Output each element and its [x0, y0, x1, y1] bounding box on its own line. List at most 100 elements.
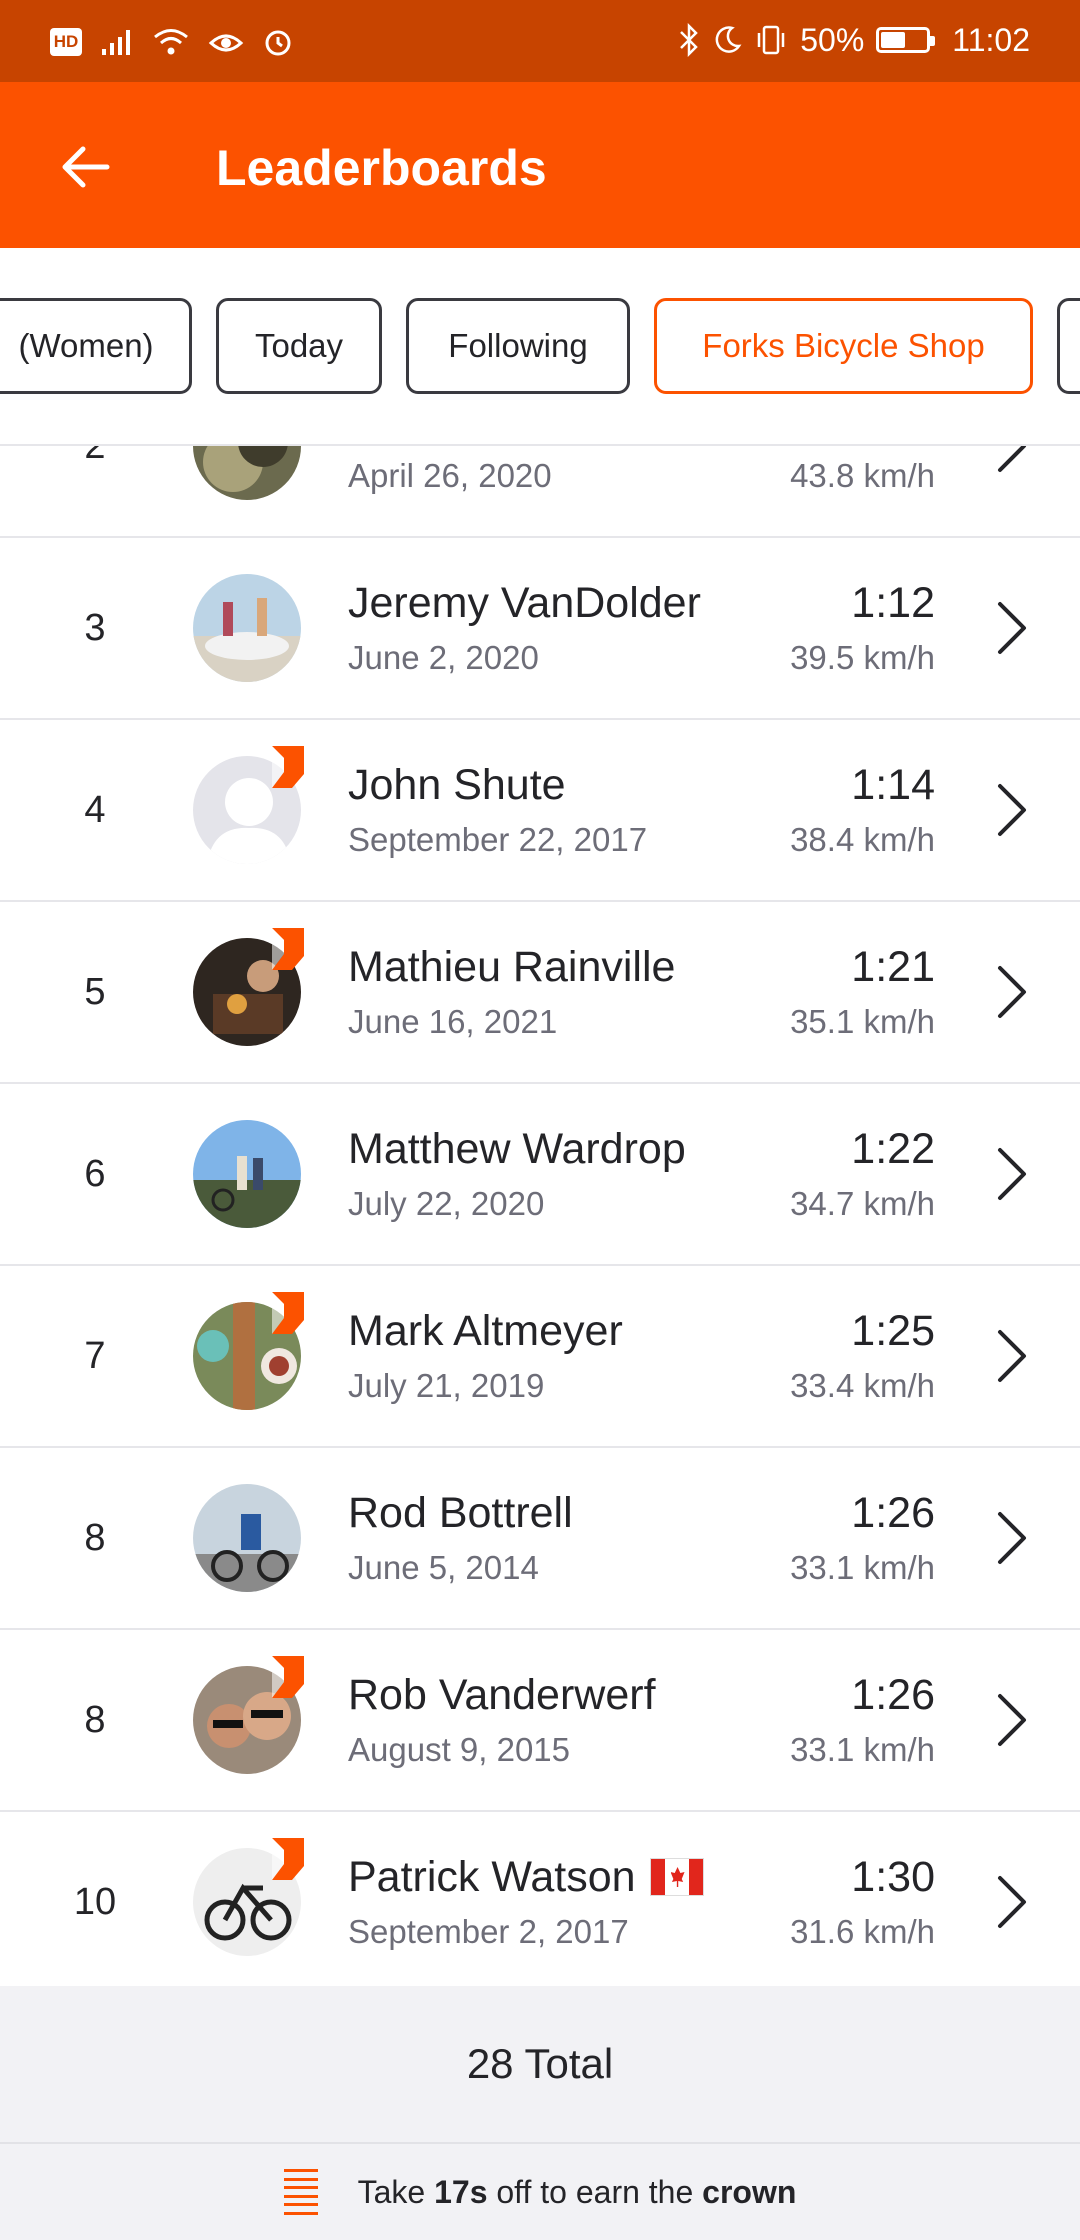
leaderboard-row[interactable]: 8 Rob Vanderwerf August 9, 2015 1:26 33.… — [0, 1630, 1080, 1812]
subscriber-badge-icon — [272, 1292, 304, 1334]
effort-date: September 22, 2017 — [348, 821, 648, 858]
rank-number: 4 — [84, 788, 106, 831]
athlete-name: Rod Bottrell — [348, 1489, 573, 1537]
page-title: Leaderboards — [216, 140, 547, 196]
promo-goal: crown — [702, 2173, 797, 2210]
effort-date: July 21, 2019 — [348, 1367, 545, 1404]
rank-number: 2 — [84, 444, 106, 467]
rank-number: 8 — [84, 1516, 106, 1559]
promo-text: Take 17s off to earn the crown — [357, 2173, 797, 2210]
effort-speed: 33.1 km/h — [790, 1731, 935, 1768]
rank-number: 7 — [84, 1334, 106, 1377]
leaderboard-row[interactable]: 2 April 26, 2020 43.8 km/h — [0, 444, 1080, 538]
effort-time: 1:14 — [851, 761, 935, 809]
athlete-name: Mark Altmeyer — [348, 1307, 623, 1355]
vibrate-icon — [758, 25, 785, 55]
wifi-icon — [154, 29, 188, 55]
chevron-right-icon — [998, 446, 1026, 472]
battery-percent: 50% — [800, 21, 865, 58]
effort-speed: 43.8 km/h — [790, 457, 935, 494]
status-right-icons: 50% 11:02 — [678, 18, 1030, 62]
athlete-name: Patrick Watson — [348, 1853, 636, 1901]
effort-date: June 16, 2021 — [348, 1003, 558, 1040]
effort-date: August 9, 2015 — [348, 1731, 571, 1768]
effort-speed: 31.6 km/h — [790, 1913, 935, 1950]
filter-chip-bar[interactable]: (Women) Today Following Forks Bicycle Sh… — [0, 248, 1080, 444]
subscriber-badge-icon — [272, 1838, 304, 1880]
subscriber-badge-icon — [272, 746, 304, 788]
chevron-right-icon — [998, 1512, 1026, 1564]
effort-time: 1:30 — [851, 1853, 935, 1901]
athlete-avatar — [193, 1120, 301, 1228]
canada-flag-icon — [649, 1858, 704, 1896]
promo-amount: 17s — [434, 2173, 488, 2210]
moon-icon — [715, 26, 742, 53]
chevron-right-icon — [998, 1694, 1026, 1746]
effort-time: 1:22 — [851, 1125, 935, 1173]
rank-number: 3 — [84, 606, 106, 649]
leaderboard-rows: 2 April 26, 2020 43.8 km/h 3 Jeremy VanD… — [0, 444, 1080, 1986]
rank-number: 8 — [84, 1698, 106, 1741]
crown-promo-banner[interactable]: Take 17s off to earn the crown — [0, 2142, 1080, 2240]
athlete-name: John Shute — [348, 761, 566, 809]
status-left-icons: HD — [50, 22, 294, 62]
leaderboard-row[interactable]: 4 John Shute September 22, 2017 1:14 38.… — [0, 720, 1080, 902]
chevron-right-icon — [998, 1876, 1026, 1928]
leaderboard-row[interactable]: 6 Matthew Wardrop July 22, 2020 1:22 34.… — [0, 1084, 1080, 1266]
leaderboard-row[interactable]: 10 Patrick Watson September 2, 2017 1:30… — [0, 1812, 1080, 1986]
leaderboard-row[interactable]: 5 Mathieu Rainville June 16, 2021 1:21 3… — [0, 902, 1080, 1084]
leaderboard-row[interactable]: 8 Rod Bottrell June 5, 2014 1:26 33.1 km… — [0, 1448, 1080, 1630]
bluetooth-icon — [680, 23, 699, 57]
hd-badge: HD — [50, 28, 82, 56]
status-time: 11:02 — [952, 21, 1030, 58]
signal-icon — [102, 30, 130, 55]
effort-date: September 2, 2017 — [348, 1913, 629, 1950]
effort-speed: 33.4 km/h — [790, 1367, 935, 1404]
leaderboard-list[interactable]: 2 April 26, 2020 43.8 km/h 3 Jeremy VanD… — [0, 444, 1080, 1986]
chevron-right-icon — [998, 1330, 1026, 1382]
leaderboard-row[interactable]: 7 Mark Altmeyer July 21, 2019 1:25 33.4 … — [0, 1266, 1080, 1448]
arrow-left-icon — [62, 146, 110, 188]
app-bar: Leaderboards — [0, 82, 1080, 248]
chevron-right-icon — [998, 966, 1026, 1018]
effort-speed: 39.5 km/h — [790, 639, 935, 676]
subscriber-badge-icon — [272, 928, 304, 970]
effort-speed: 34.7 km/h — [790, 1185, 935, 1222]
rank-number: 5 — [84, 970, 106, 1013]
filter-chip-more[interactable] — [1057, 298, 1080, 394]
athlete-avatar — [193, 446, 301, 500]
athlete-name: Jeremy VanDolder — [348, 579, 701, 627]
eye-icon — [208, 34, 244, 52]
effort-date: July 22, 2020 — [348, 1185, 545, 1222]
chevron-right-icon — [998, 784, 1026, 836]
rank-number: 6 — [84, 1152, 106, 1195]
filter-chip-women[interactable]: (Women) — [0, 298, 192, 394]
filter-chip-club[interactable]: Forks Bicycle Shop — [654, 298, 1033, 394]
athlete-name: Mathieu Rainville — [348, 943, 676, 991]
effort-date: June 5, 2014 — [348, 1549, 539, 1586]
effort-speed: 38.4 km/h — [790, 821, 935, 858]
athlete-avatar — [193, 574, 301, 682]
back-button[interactable] — [40, 122, 130, 212]
rank-number: 10 — [73, 1880, 117, 1923]
effort-date: June 2, 2020 — [348, 639, 539, 676]
subscriber-badge-icon — [272, 1656, 304, 1698]
athlete-name: Matthew Wardrop — [348, 1125, 686, 1173]
chevron-right-icon — [998, 1148, 1026, 1200]
athlete-name-with-flag: Patrick Watson — [348, 1852, 704, 1902]
effort-date: April 26, 2020 — [348, 457, 552, 494]
chevron-right-icon — [998, 602, 1026, 654]
alarm-icon — [265, 30, 291, 56]
filter-chip-following[interactable]: Following — [406, 298, 630, 394]
athlete-avatar — [193, 1484, 301, 1592]
filter-chip-today[interactable]: Today — [216, 298, 382, 394]
leaderboard-list-icon — [283, 2169, 318, 2215]
effort-speed: 35.1 km/h — [790, 1003, 935, 1040]
effort-time: 1:26 — [851, 1489, 935, 1537]
effort-time: 1:25 — [851, 1307, 935, 1355]
total-count: 28 Total — [0, 1986, 1080, 2142]
battery-icon — [876, 27, 936, 53]
status-bar: HD 50% 11:02 — [0, 0, 1080, 82]
effort-speed: 33.1 km/h — [790, 1549, 935, 1586]
leaderboard-row[interactable]: 3 Jeremy VanDolder June 2, 2020 1:12 39.… — [0, 538, 1080, 720]
